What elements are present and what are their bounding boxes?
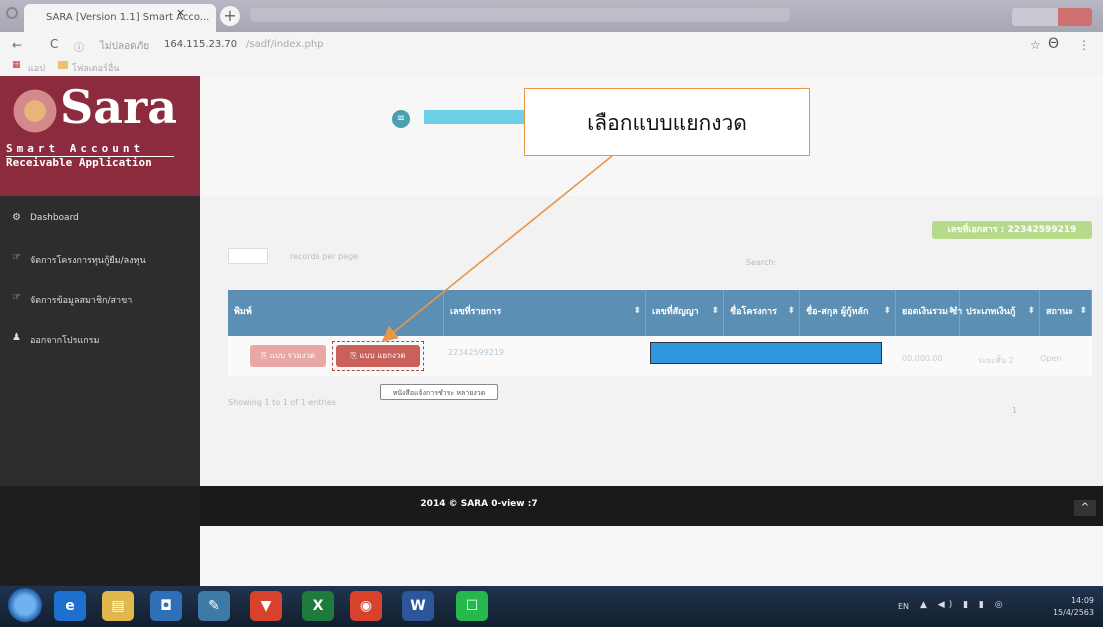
- brave-icon[interactable]: ▼: [250, 591, 282, 621]
- clock-time[interactable]: 14:09: [1050, 596, 1094, 605]
- system-tray-icons[interactable]: ▲ ◀) ▮ ▮ ◎: [920, 600, 1007, 610]
- line-icon[interactable]: ☐: [456, 591, 488, 621]
- word-icon[interactable]: W: [402, 591, 434, 621]
- excel-icon[interactable]: X: [302, 591, 334, 621]
- explorer-icon[interactable]: ▤: [102, 591, 134, 621]
- ie-icon[interactable]: e: [54, 591, 86, 621]
- chrome-icon[interactable]: ◉: [350, 591, 382, 621]
- clock-date[interactable]: 15/4/2563: [1044, 608, 1094, 617]
- media-icon[interactable]: ◘: [150, 591, 182, 621]
- language-indicator[interactable]: EN: [898, 602, 909, 611]
- start-button[interactable]: [8, 588, 42, 622]
- paint-icon[interactable]: ✎: [198, 591, 230, 621]
- annotation-callout: เลือกแบบแยกงวด: [524, 88, 810, 156]
